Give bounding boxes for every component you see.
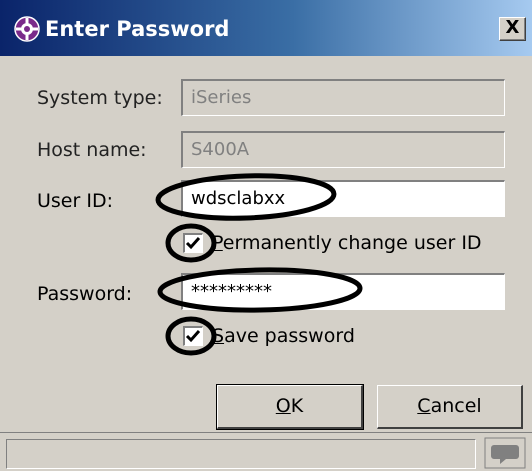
password-label: Password: [37, 283, 133, 305]
save-password-label[interactable]: Save password [212, 324, 355, 348]
window-title: Enter Password [45, 17, 230, 41]
close-icon: X [505, 17, 520, 38]
host-name-field: S400A [181, 131, 505, 168]
status-message [6, 439, 476, 469]
ok-button[interactable]: OK [216, 384, 364, 430]
system-type-label: System type: [37, 87, 163, 109]
user-id-input[interactable]: wdsclabxx [181, 180, 505, 217]
status-bar [0, 432, 532, 471]
ok-label: OK [275, 395, 304, 417]
cancel-button[interactable]: Cancel [377, 385, 523, 429]
password-input[interactable]: ********* [181, 273, 505, 310]
speech-bubble-icon[interactable] [484, 437, 526, 469]
user-id-label: User ID: [37, 190, 113, 212]
change-user-label[interactable]: Permanently change user ID [212, 231, 482, 255]
perspective-cross-icon [14, 16, 40, 42]
cancel-label: Cancel [417, 395, 482, 417]
change-user-checkbox[interactable] [183, 233, 203, 253]
close-button[interactable]: X [499, 17, 526, 41]
host-name-label: Host name: [37, 139, 147, 161]
checkmark-icon [185, 330, 201, 343]
title-bar[interactable]: Enter Password X [0, 0, 532, 56]
system-type-field: iSeries [181, 79, 505, 116]
save-password-checkbox[interactable] [183, 326, 203, 346]
checkmark-icon [185, 237, 201, 250]
